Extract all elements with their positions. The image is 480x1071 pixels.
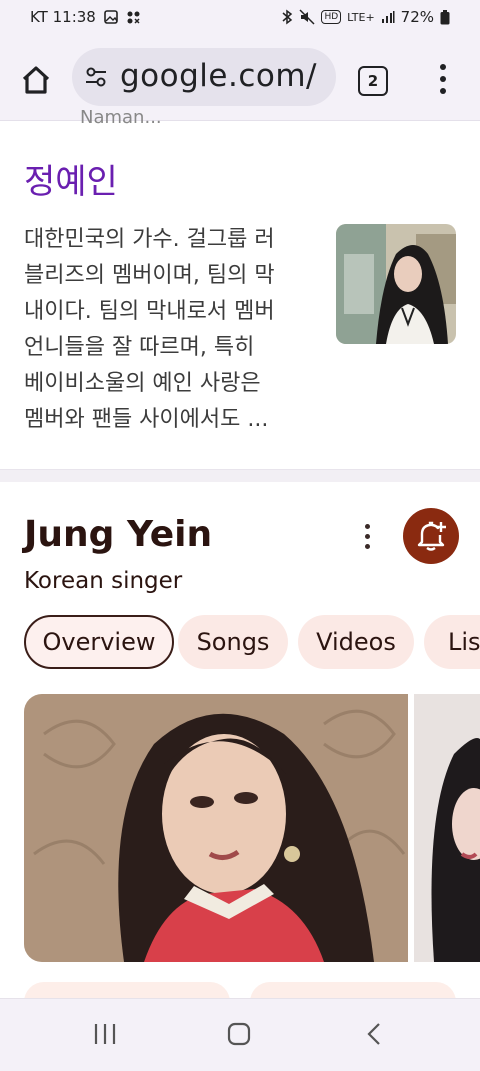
- tune-icon[interactable]: [84, 65, 108, 89]
- portrait-image: [336, 224, 456, 344]
- status-left: KT 11:38: [30, 8, 142, 26]
- battery-icon: [440, 9, 450, 24]
- description-line: 언니들을 잘 따르며, 특히: [24, 335, 255, 360]
- back-icon[interactable]: [362, 1021, 388, 1047]
- entity-subtitle: Korean singer: [24, 568, 183, 594]
- knowledge-description: 대한민국의 가수. 걸그룹 러 블리즈의 멤버이며, 팀의 막 내이다. 팀의 …: [24, 222, 318, 438]
- singer-photo-2: [414, 694, 480, 962]
- hd-icon: HD: [321, 10, 342, 24]
- more-vert-icon[interactable]: [436, 64, 450, 94]
- network-type: LTE+: [347, 10, 375, 24]
- battery-text: 72%: [400, 8, 434, 26]
- bluetooth-icon: [282, 9, 293, 25]
- carrier-time: KT 11:38: [30, 8, 96, 26]
- recents-icon[interactable]: [92, 1021, 118, 1047]
- description-line: 베이비소울의 예인 사랑은: [24, 371, 261, 396]
- address-bar[interactable]: google.com/: [72, 48, 336, 106]
- mute-icon: [299, 9, 315, 25]
- tab-songs[interactable]: Songs: [178, 615, 288, 669]
- tab-lists[interactable]: Lis: [424, 615, 480, 669]
- section-divider: [0, 469, 480, 482]
- tab-switcher-button[interactable]: 2: [358, 66, 388, 96]
- follow-button[interactable]: [403, 508, 459, 564]
- url-text[interactable]: google.com/: [120, 58, 317, 94]
- tab-overview[interactable]: Overview: [24, 615, 174, 669]
- more-options-icon[interactable]: [362, 524, 374, 550]
- signal-icon: [381, 11, 395, 23]
- knowledge-title[interactable]: 정예인: [24, 154, 118, 203]
- knowledge-thumbnail[interactable]: [336, 224, 456, 344]
- main-photo[interactable]: [24, 694, 408, 962]
- home-icon: [22, 66, 50, 94]
- system-nav-bar: [0, 998, 480, 1071]
- description-line: 내이다. 팀의 막내로서 멤버: [24, 299, 275, 324]
- secondary-photo[interactable]: [414, 694, 480, 962]
- home-nav-icon[interactable]: [226, 1021, 252, 1047]
- status-bar: KT 11:38 HD LTE+ 72%: [0, 0, 480, 36]
- home-button[interactable]: [16, 60, 56, 100]
- description-line: 멤버와 팬들 사이에서도 ...: [24, 407, 269, 432]
- singer-photo: [24, 694, 408, 962]
- description-line: 블리즈의 멤버이며, 팀의 막: [24, 263, 275, 288]
- notification-dots-icon: [127, 11, 140, 24]
- cut-off-text: Naman...: [80, 107, 162, 128]
- tab-chips: Overview Songs Videos Lis: [24, 615, 480, 671]
- description-line: 대한민국의 가수. 걸그룹 러: [24, 227, 275, 252]
- bell-add-icon: [417, 521, 446, 551]
- entity-name: Jung Yein: [24, 514, 213, 555]
- gallery-icon: [104, 10, 118, 24]
- browser-toolbar: google.com/ 2: [0, 36, 480, 121]
- tab-videos[interactable]: Videos: [298, 615, 414, 669]
- status-right: HD LTE+ 72%: [281, 8, 450, 26]
